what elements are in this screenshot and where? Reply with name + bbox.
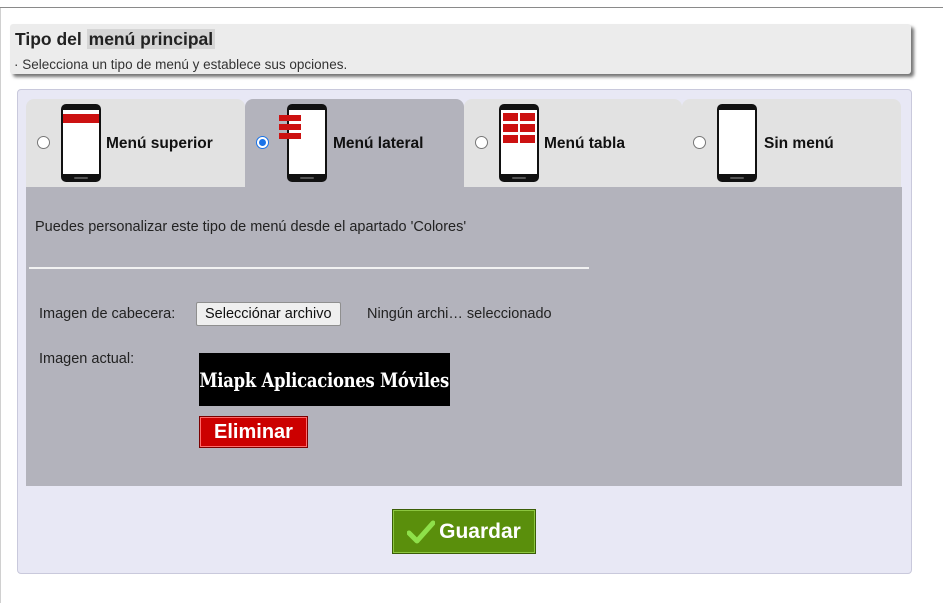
- radio-menu-lateral[interactable]: [256, 136, 269, 149]
- header-image-label: Imagen de cabecera:: [39, 306, 176, 322]
- tab-menu-superior[interactable]: Menú superior: [26, 99, 245, 187]
- title-prefix: Tipo del: [15, 29, 82, 49]
- tab-label-menu-tabla: Menú tabla: [544, 135, 625, 152]
- delete-image-button[interactable]: Eliminar: [199, 416, 308, 448]
- content-divider: [29, 267, 589, 269]
- save-button[interactable]: Guardar: [392, 509, 536, 554]
- tab-menu-tabla[interactable]: Menú tabla: [464, 99, 682, 187]
- top-divider: [0, 7, 943, 8]
- tab-sin-menu[interactable]: Sin menú: [682, 99, 901, 187]
- select-file-button[interactable]: Selecciónar archivo: [196, 302, 341, 326]
- radio-menu-superior[interactable]: [37, 136, 50, 149]
- save-button-label: Guardar: [439, 519, 521, 543]
- tab-menu-lateral[interactable]: Menú lateral: [245, 99, 464, 187]
- phone-grid-menu-icon: [499, 104, 539, 182]
- tab-label-menu-superior: Menú superior: [106, 135, 213, 152]
- page-subtitle: · Selecciona un tipo de menú y establece…: [14, 57, 348, 72]
- tab-label-menu-lateral: Menú lateral: [333, 135, 424, 152]
- radio-menu-tabla[interactable]: [475, 136, 488, 149]
- current-header-image: Miapk Aplicaciones Móviles: [199, 353, 450, 406]
- checkmark-icon: [407, 520, 436, 543]
- left-border: [0, 8, 1, 603]
- tab-label-sin-menu: Sin menú: [764, 135, 834, 152]
- phone-blank-icon: [717, 104, 757, 182]
- logo-text: Miapk Aplicaciones Móviles: [199, 367, 450, 392]
- info-text: Puedes personalizar este tipo de menú de…: [35, 219, 467, 235]
- section-header: Tipo del menú principal · Selecciona un …: [10, 24, 911, 74]
- tab-content: Puedes personalizar este tipo de menú de…: [26, 187, 902, 486]
- file-status: Ningún archi… seleccionado: [367, 306, 552, 322]
- phone-top-menu-icon: [61, 104, 101, 182]
- page-title: Tipo del menú principal: [15, 29, 216, 50]
- radio-sin-menu[interactable]: [693, 136, 706, 149]
- title-highlight: menú principal: [86, 29, 216, 49]
- phone-side-menu-icon: [279, 104, 327, 182]
- current-image-label: Imagen actual:: [39, 351, 135, 367]
